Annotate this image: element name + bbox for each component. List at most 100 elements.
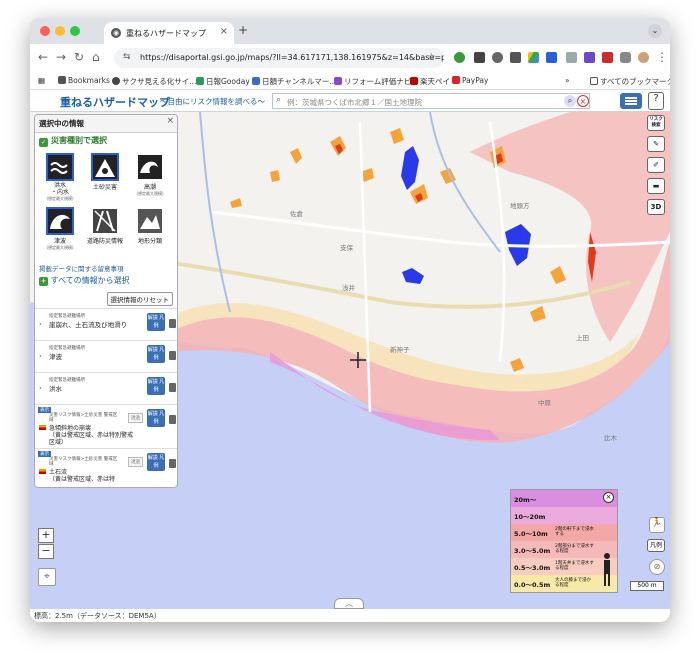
close-panel-icon[interactable]: × — [166, 116, 174, 126]
hazard-landslide[interactable]: 土砂災害 — [84, 153, 126, 191]
location-icon[interactable]: ⌖ — [38, 568, 56, 586]
tab-bar: ◉ 重ねるハザードマップ × + ⌄ — [30, 18, 670, 44]
extension-dark-icon[interactable] — [474, 52, 485, 63]
browser-menu-icon[interactable]: ⋮ — [656, 50, 668, 64]
data-notice-link[interactable]: 掲載データに関する留意事項 — [39, 263, 124, 273]
bookmark-star-icon[interactable]: ☆ — [427, 52, 436, 63]
url-text: https://disaportal.gsi.go.jp/maps/?ll=34… — [140, 53, 444, 62]
risk-search-button[interactable]: リスク検索 — [647, 115, 665, 131]
legend-button[interactable]: 解説 凡例 — [147, 409, 165, 427]
tab-search-icon[interactable]: ⌄ — [648, 24, 662, 38]
home-icon[interactable]: ⌂ — [92, 50, 100, 64]
menu-button[interactable] — [620, 93, 642, 109]
drive-icon[interactable] — [528, 52, 539, 63]
site-settings-icon[interactable]: ⇆ — [123, 52, 131, 62]
hazard-note: (想定最大規模) — [136, 191, 164, 196]
draw-line-button[interactable]: ✎ — [647, 136, 665, 152]
place-label: 佐倉 — [290, 210, 303, 218]
bookmark-item[interactable]: サクサ見える化サイ... — [112, 76, 196, 87]
maximize-window-icon[interactable] — [70, 26, 80, 36]
site-icon — [112, 77, 120, 85]
layer-category: 指定緊急避難場所 — [49, 378, 85, 383]
all-info-button[interactable]: + すべての情報から選択 — [39, 275, 130, 286]
layer-color-icon — [39, 425, 46, 430]
place-label: 浅井 — [342, 284, 355, 292]
legend-row: 5.0～10m 2階の軒下まで浸水する — [511, 524, 617, 541]
tab-hazardmap[interactable]: ◉ 重ねるハザードマップ × — [104, 22, 234, 44]
zoom-in-button[interactable]: + — [38, 528, 54, 543]
bookmark-item[interactable]: 日報Gooday — [196, 76, 250, 87]
place-label: 中原 — [538, 399, 551, 407]
app-header: 重ねるハザードマップ ～自由にリスク情報を調べる～ ⌕ 例：茨城県つくば市北郷１… — [30, 90, 670, 112]
legend-button[interactable]: 解説 凡例 — [147, 377, 165, 395]
extension-purple-icon[interactable] — [584, 52, 595, 63]
layer-toggle-icon[interactable]: › — [39, 320, 42, 328]
zoom-out-button[interactable]: − — [38, 544, 54, 559]
close-window-icon[interactable] — [40, 26, 50, 36]
compass-icon[interactable]: ⊘ — [649, 559, 665, 575]
opacity-button[interactable]: 透過 — [128, 413, 143, 423]
walker-icon[interactable]: 🏃 — [649, 517, 665, 533]
close-tab-icon[interactable]: × — [220, 26, 228, 37]
bookmark-item[interactable]: PayPay — [452, 76, 488, 85]
extension-contrast-icon[interactable] — [492, 52, 503, 63]
address-search-input[interactable]: ⌕ 例：茨城県つくば市北郷１／国土地理院 — [272, 93, 590, 109]
bookmark-item[interactable]: 日額チャンネルマー... — [252, 76, 336, 87]
legend-button[interactable]: 解説 凡例 — [147, 345, 165, 363]
bookmark-item[interactable]: 楽天ペイ — [410, 76, 450, 87]
extension-green-icon[interactable] — [454, 52, 465, 63]
hazard-label: 高潮 — [143, 184, 156, 191]
extension-grey-icon[interactable] — [566, 52, 577, 63]
trash-icon[interactable] — [169, 383, 176, 392]
profile-avatar[interactable] — [638, 52, 649, 63]
layer-category: 指定緊急避難場所 — [49, 346, 85, 351]
3d-button[interactable]: 3D — [647, 199, 665, 215]
pdf-icon[interactable] — [602, 52, 613, 63]
layer-name: 土石流 （黄は警戒区域、赤は特 — [49, 469, 116, 483]
extension-box-icon[interactable] — [510, 52, 521, 63]
hazard-flood[interactable]: 洪水 ・内水 (想定最大規模) — [39, 153, 81, 202]
trash-icon[interactable] — [169, 351, 176, 360]
help-button[interactable]: ? — [648, 92, 664, 110]
trash-icon[interactable] — [169, 415, 176, 424]
place-label: 新神子 — [390, 346, 410, 354]
bookmark-item[interactable]: リフォーム評価ナビ — [334, 76, 411, 87]
apps-grid-icon[interactable]: ▦ — [38, 76, 45, 85]
bookmark-item[interactable]: Bookmarks — [58, 76, 110, 85]
draw-pen-button[interactable]: ✐ — [647, 157, 665, 173]
forward-icon[interactable]: → — [56, 50, 66, 64]
hazard-landform[interactable]: 地形分類 — [129, 207, 171, 245]
hazard-tsunami[interactable]: 津波 (想定最大規模) — [39, 207, 81, 251]
address-bar[interactable]: ⇆ https://disaportal.gsi.go.jp/maps/?ll=… — [114, 48, 444, 68]
reset-selection-button[interactable]: 選択情報のリセット — [106, 292, 173, 306]
trash-icon[interactable] — [169, 459, 176, 468]
layer-toggle-icon[interactable]: › — [39, 352, 42, 360]
layer-toggle-icon[interactable]: › — [39, 384, 42, 392]
legend-button[interactable]: 解説 凡例 — [147, 313, 165, 331]
new-tab-button[interactable]: + — [238, 23, 248, 37]
expand-bottom-button[interactable]: ︿ — [334, 598, 364, 609]
reload-icon[interactable]: ↻ — [74, 50, 84, 64]
search-button-icon[interactable]: ⌕ — [564, 95, 576, 107]
app-title[interactable]: 重ねるハザードマップ — [60, 94, 170, 110]
layer-item: 表示 災害リスク情報>土砂災害 警戒区域 急傾斜地の崩壊 （黄は警戒区域、赤は特… — [35, 404, 177, 448]
bookmarks-more-button[interactable]: » — [565, 76, 570, 85]
legend-row: 20m～ — [511, 490, 617, 507]
hazard-label: 土砂災害 — [92, 184, 117, 191]
disaster-type-heading[interactable]: ✓ 災害種別で選択 — [35, 133, 177, 147]
back-icon[interactable]: ← — [38, 50, 48, 64]
site-icon — [196, 77, 204, 85]
legend-button[interactable]: 解説 凡例 — [147, 453, 165, 471]
extensions-puzzle-icon[interactable] — [620, 52, 631, 63]
clear-search-icon[interactable]: × — [577, 95, 589, 107]
hazard-storm-surge[interactable]: 高潮 (想定最大規模) — [129, 153, 171, 197]
minimize-window-icon[interactable] — [55, 26, 65, 36]
extension-new-icon[interactable] — [546, 52, 557, 63]
hazard-road[interactable]: 道路防災情報 — [84, 207, 126, 245]
all-bookmarks-button[interactable]: すべてのブックマーク — [590, 76, 670, 87]
opacity-button[interactable]: 透過 — [128, 457, 143, 467]
close-legend-icon[interactable]: × — [603, 492, 614, 503]
trash-icon[interactable] — [169, 319, 176, 328]
toolbox-button[interactable]: ▬ — [647, 178, 665, 194]
legend-toggle-button[interactable]: 凡例 — [647, 539, 665, 552]
